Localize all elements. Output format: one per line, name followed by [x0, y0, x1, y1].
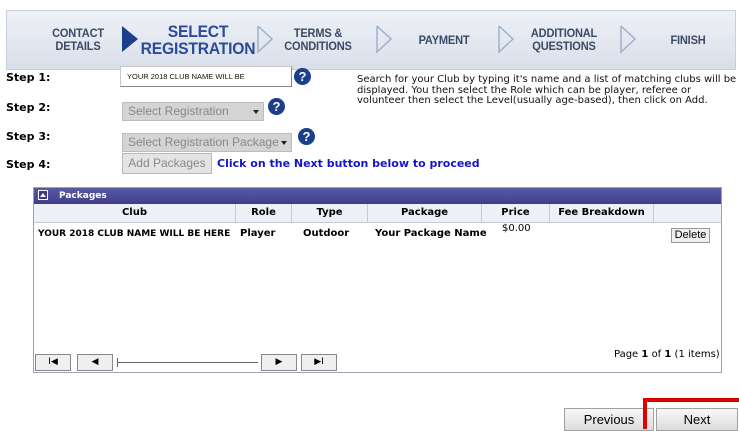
chevron-right-icon [618, 24, 638, 54]
table-row: YOUR 2018 CLUB NAME WILL BE HERE Player … [34, 223, 721, 246]
package-select[interactable]: Select Registration Package [122, 133, 292, 152]
dropdown-arrow-icon [253, 110, 259, 114]
chevron-right-icon [496, 24, 516, 54]
column-header-type[interactable]: Type [292, 204, 368, 222]
add-packages-button[interactable]: Add Packages [122, 153, 212, 174]
dropdown-arrow-icon [281, 141, 287, 145]
cell-role: Player [240, 228, 276, 239]
step-3-label: Step 3: [6, 130, 51, 143]
step-1-label: Step 1: [6, 71, 51, 84]
chevron-right-icon [255, 24, 275, 54]
collapse-icon[interactable] [38, 190, 48, 200]
package-select-value: Select Registration Package [128, 135, 279, 149]
instructions-text: Search for your Club by typing it's name… [357, 74, 737, 106]
page-slider[interactable] [117, 358, 258, 367]
cell-package: Your Package Name [375, 228, 487, 239]
wizard-step-label: QUESTIONS [532, 39, 596, 53]
column-header-role[interactable]: Role [236, 204, 292, 222]
column-header-fee-breakdown[interactable]: Fee Breakdown [550, 204, 654, 222]
club-search-input[interactable]: YOUR 2018 CLUB NAME WILL BE [120, 66, 292, 87]
table-header: Club Role Type Package Price Fee Breakdo… [34, 204, 721, 223]
page-info: Page 1 of 1 (1 items) [614, 349, 720, 360]
next-button-highlight [643, 398, 739, 429]
wizard-step-contact-details[interactable]: CONTACT DETAILS [39, 10, 116, 70]
chevron-right-icon [374, 24, 394, 54]
wizard-step-label: REGISTRATION [140, 39, 256, 58]
wizard-step-label: DETAILS [55, 39, 101, 53]
wizard-step-finish[interactable]: FINISH [651, 10, 725, 70]
previous-button[interactable]: Previous [564, 408, 654, 431]
packages-grid: Packages Club Role Type Package Price Fe… [33, 187, 722, 373]
delete-button[interactable]: Delete [671, 228, 710, 243]
page-info-label: Page [614, 349, 639, 360]
wizard-step-terms-conditions[interactable]: TERMS & CONDITIONS [281, 10, 355, 70]
registration-select-value: Select Registration [128, 104, 229, 118]
wizard-step-label: TERMS & [293, 26, 343, 40]
cell-club: YOUR 2018 CLUB NAME WILL BE HERE [38, 229, 231, 239]
last-page-button[interactable]: ▶I [301, 354, 337, 371]
packages-header: Packages [34, 188, 721, 204]
item-count: (1 items) [674, 349, 720, 360]
prev-page-button[interactable]: ◀ [77, 354, 113, 371]
cell-type: Outdoor [303, 228, 350, 239]
active-step-arrow-icon [120, 24, 140, 54]
wizard-step-label: PAYMENT [418, 32, 470, 47]
current-page: 1 [641, 349, 649, 360]
step-4-label: Step 4: [6, 158, 51, 171]
registration-select[interactable]: Select Registration [122, 102, 264, 121]
proceed-hint: Click on the Next button below to procee… [217, 157, 480, 170]
wizard-step-payment[interactable]: PAYMENT [404, 10, 485, 70]
wizard-step-select-registration[interactable]: SELECT REGISTRATION [140, 10, 256, 70]
wizard-step-label: ADDITIONAL [530, 26, 598, 40]
help-icon[interactable]: ? [268, 98, 285, 115]
column-header-package[interactable]: Package [368, 204, 482, 222]
cell-price: $0.00 [502, 223, 531, 234]
step-2-label: Step 2: [6, 101, 51, 114]
wizard-step-label: CONDITIONS [284, 39, 352, 53]
registration-wizard: CONTACT DETAILS SELECT REGISTRATION TERMS … [0, 0, 739, 80]
first-page-button[interactable]: I◀ [35, 354, 71, 371]
help-icon[interactable]: ? [294, 68, 311, 85]
column-header-club[interactable]: Club [34, 204, 236, 222]
help-icon[interactable]: ? [298, 128, 315, 145]
wizard-step-label: FINISH [670, 32, 706, 47]
total-pages: 1 [664, 349, 672, 360]
wizard-step-additional-questions[interactable]: ADDITIONAL QUESTIONS [524, 10, 605, 70]
wizard-step-label: CONTACT [52, 26, 104, 40]
page-info-of: of [651, 349, 662, 360]
next-page-button[interactable]: ▶ [261, 354, 297, 371]
packages-title: Packages [59, 191, 107, 201]
